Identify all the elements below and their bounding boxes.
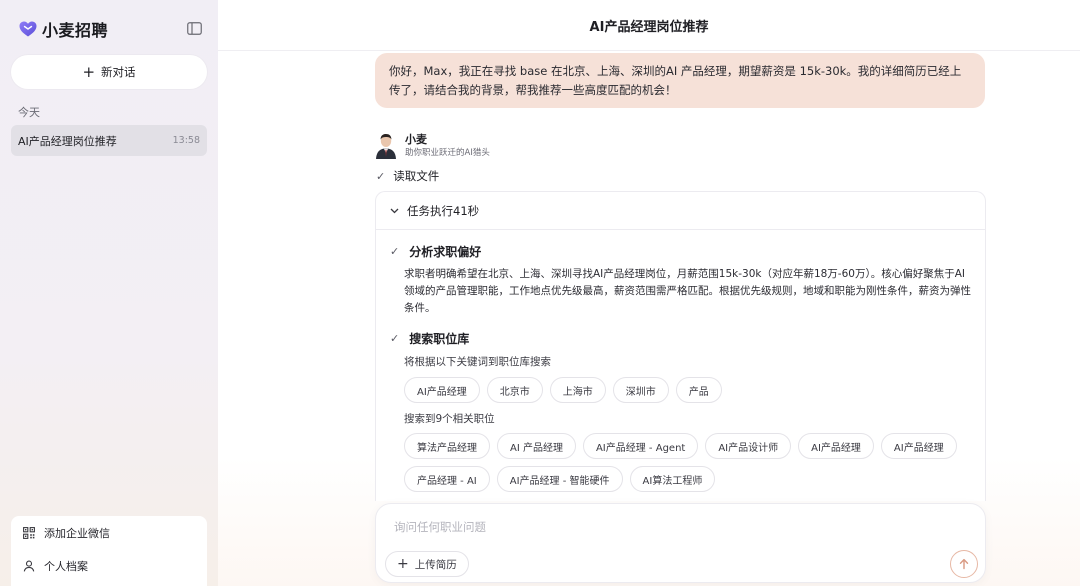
task-card: 任务执行41秒 ✓ 分析求职偏好 求职者明确希望在北京、上海、深圳寻找AI产品经… [375,191,986,501]
task-duration: 任务执行41秒 [407,203,480,218]
result-chips-row-1: 算法产品经理 AI 产品经理 AI产品经理 - Agent AI产品设计师 AI… [404,433,957,459]
keyword-chip[interactable]: AI产品经理 [404,377,480,403]
sidebar: 小麦招聘 + 新对话 今天 AI产品经理岗位推荐 13:58 添加企业微信 个人… [0,0,218,586]
step-read-file-label: 读取文件 [393,169,440,183]
job-chip[interactable]: AI产品经理 [798,433,874,459]
section-analyze-title: ✓ 分析求职偏好 [390,243,481,260]
chat-input[interactable] [394,518,954,536]
qr-code-icon [23,527,35,539]
check-icon: ✓ [390,245,400,258]
step-read-file: ✓ 读取文件 [376,168,439,184]
sidebar-toggle-icon[interactable] [187,22,202,35]
section-search-label: 搜索职位库 [409,332,470,346]
plus-icon: + [82,62,96,81]
keyword-chip[interactable]: 上海市 [549,377,606,403]
send-button[interactable] [950,550,978,578]
keyword-chip[interactable]: 北京市 [486,377,543,403]
job-chip[interactable]: AI产品设计师 [705,433,792,459]
user-message: 你好，Max，我正在寻找 base 在北京、上海、深圳的AI 产品经理，期望薪资… [375,53,985,108]
results-note: 搜索到9个相关职位 [404,413,495,425]
new-chat-label: 新对话 [101,65,136,79]
keyword-chips: AI产品经理 北京市 上海市 深圳市 产品 [404,377,722,403]
history-item-title: AI产品经理岗位推荐 [18,134,117,148]
check-icon: ✓ [390,332,400,345]
user-icon [23,560,35,572]
upload-resume-label: 上传简历 [414,558,457,571]
check-icon: ✓ [376,169,386,183]
result-chips-row-2: 产品经理 - AI AI产品经理 - 智能硬件 AI算法工程师 [404,466,716,492]
plus-icon: + [397,556,409,572]
composer: + 上传简历 [375,503,986,583]
task-toggle[interactable]: 任务执行41秒 [376,192,985,230]
job-chip[interactable]: 算法产品经理 [404,433,490,459]
job-chip[interactable]: 产品经理 - AI [404,466,490,492]
brand-name: 小麦招聘 [42,21,109,40]
job-chip[interactable]: AI算法工程师 [629,466,716,492]
section-search-title: ✓ 搜索职位库 [390,330,469,347]
main-panel: AI产品经理岗位推荐 你好，Max，我正在寻找 base 在北京、上海、深圳的A… [218,0,1080,586]
history-section-today: 今天 [18,106,40,119]
keywords-note: 将根据以下关键词到职位库搜索 [404,356,551,368]
job-chip[interactable]: AI 产品经理 [497,433,576,459]
job-chip[interactable]: AI产品经理 - Agent [582,433,699,459]
add-wecom-link[interactable]: 添加企业微信 [23,525,110,541]
profile-link[interactable]: 个人档案 [23,558,88,574]
job-chip[interactable]: AI产品经理 - 智能硬件 [496,466,623,492]
add-wecom-label: 添加企业微信 [44,527,110,540]
agent-subtitle: 助你职业跃迁的AI猎头 [405,148,490,158]
chevron-down-icon [390,208,399,213]
job-chip[interactable]: AI产品经理 [880,433,957,459]
keyword-chip[interactable]: 深圳市 [612,377,669,403]
profile-label: 个人档案 [44,560,88,573]
upload-resume-button[interactable]: + 上传简历 [385,551,469,577]
keyword-chip[interactable]: 产品 [675,377,722,403]
sidebar-bottom-panel: 添加企业微信 个人档案 [11,516,207,586]
heart-logo-icon [19,21,37,37]
new-chat-button[interactable]: + 新对话 [11,55,207,89]
section-analyze-label: 分析求职偏好 [409,245,482,259]
agent-avatar [376,134,396,159]
brand[interactable]: 小麦招聘 [18,17,108,41]
agent-name: 小麦 [405,133,427,146]
section-analyze-body: 求职者明确希望在北京、上海、深圳寻找AI产品经理岗位，月薪范围15k-30k（对… [404,268,971,314]
agent-header: 小麦 助你职业跃迁的AI猎头 [375,133,490,159]
main-header: AI产品经理岗位推荐 [218,0,1080,51]
page-title: AI产品经理岗位推荐 [589,19,709,35]
history-item-time: 13:58 [172,135,200,146]
history-item[interactable]: AI产品经理岗位推荐 13:58 [11,125,207,156]
arrow-up-icon [959,558,969,570]
